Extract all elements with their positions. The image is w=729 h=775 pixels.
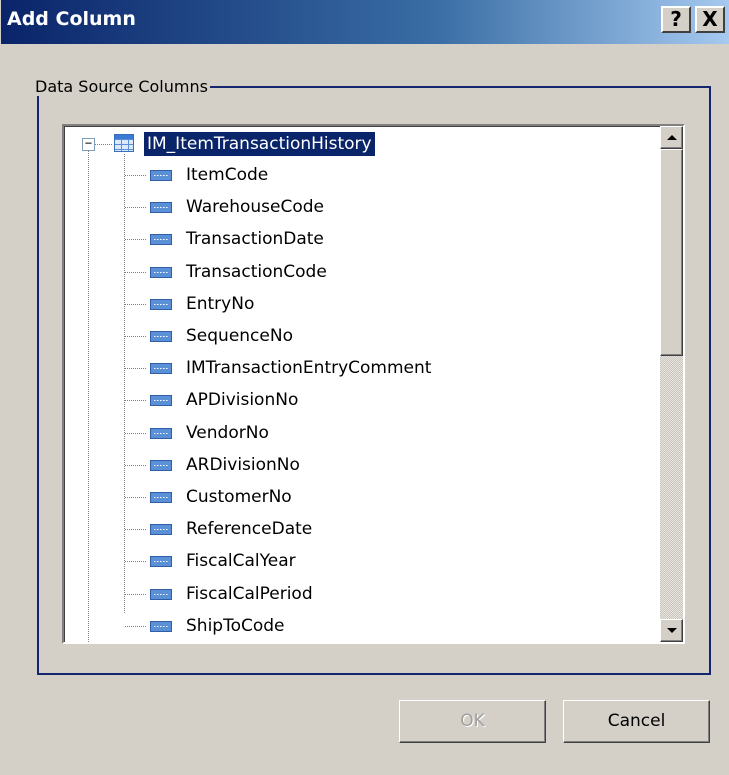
column-icon bbox=[150, 460, 172, 471]
tree-connector bbox=[125, 207, 147, 208]
scroll-down-button[interactable] bbox=[660, 619, 683, 642]
cancel-button[interactable]: Cancel bbox=[563, 700, 710, 743]
arrow-up-icon bbox=[667, 135, 677, 140]
tree-line-root bbox=[95, 144, 112, 145]
tree-connector bbox=[125, 433, 147, 434]
tree-field-node[interactable]: EntryNo bbox=[64, 287, 654, 319]
tree-connector bbox=[125, 561, 147, 562]
title-bar[interactable]: Add Column ? X bbox=[1, 0, 729, 44]
dialog-title: Add Column bbox=[7, 8, 136, 30]
tree-field-label: ReferenceDate bbox=[186, 519, 313, 539]
tree-field-label: TransactionDate bbox=[186, 229, 324, 249]
tree-field-node[interactable]: ReferenceDate bbox=[64, 512, 654, 544]
tree-field-node[interactable]: ShipToCode bbox=[64, 609, 654, 641]
column-icon bbox=[150, 492, 172, 503]
tree-field-label: WarehouseCode bbox=[186, 197, 325, 217]
column-icon bbox=[150, 589, 172, 600]
column-icon bbox=[150, 267, 172, 278]
arrow-down-icon bbox=[667, 628, 677, 633]
scroll-up-button[interactable] bbox=[660, 126, 683, 149]
column-icon bbox=[150, 331, 172, 342]
column-icon bbox=[150, 299, 172, 310]
tree-content: − IM_ItemTransactionHistory ItemCode Ware… bbox=[64, 126, 660, 642]
tree-connector bbox=[125, 175, 147, 176]
tree-field-node[interactable]: ARDivisionNo bbox=[64, 448, 654, 480]
tree-root-node[interactable]: IM_ItemTransactionHistory bbox=[144, 132, 375, 156]
tree-connector bbox=[125, 400, 147, 401]
tree-connector bbox=[125, 336, 147, 337]
column-icon bbox=[150, 170, 172, 181]
tree-connector bbox=[125, 272, 147, 273]
tree-field-label: ItemCode bbox=[186, 165, 269, 185]
column-icon bbox=[150, 556, 172, 567]
tree-field-node[interactable]: TransactionDate bbox=[64, 222, 654, 254]
close-button[interactable]: X bbox=[695, 6, 725, 33]
tree-field-label: ShipToCode bbox=[186, 616, 285, 636]
ok-button[interactable]: OK bbox=[399, 700, 546, 743]
table-icon bbox=[114, 134, 134, 152]
column-icon bbox=[150, 363, 172, 374]
tree-field-node[interactable]: ItemCode bbox=[64, 158, 654, 190]
tree-field-node[interactable]: TransactionCode bbox=[64, 255, 654, 287]
column-icon bbox=[150, 234, 172, 245]
tree-field-node[interactable]: FiscalCalPeriod bbox=[64, 577, 654, 609]
collapse-toggle-icon[interactable]: − bbox=[82, 137, 95, 151]
column-icon bbox=[150, 524, 172, 535]
tree-field-label: ARDivisionNo bbox=[186, 455, 300, 475]
tree-field-label: FiscalCalPeriod bbox=[186, 584, 313, 604]
column-icon bbox=[150, 202, 172, 213]
tree-connector bbox=[125, 529, 147, 530]
tree-field-label: VendorNo bbox=[186, 423, 269, 443]
help-button[interactable]: ? bbox=[661, 6, 691, 33]
tree-field-node[interactable]: IMTransactionEntryComment bbox=[64, 351, 654, 383]
tree-connector bbox=[125, 497, 147, 498]
tree-field-label: EntryNo bbox=[186, 294, 255, 314]
tree-field-label: IMTransactionEntryComment bbox=[186, 358, 432, 378]
tree-field-label: SequenceNo bbox=[186, 326, 293, 346]
tree-connector bbox=[125, 368, 147, 369]
scroll-thumb[interactable] bbox=[660, 149, 683, 356]
columns-tree[interactable]: − IM_ItemTransactionHistory ItemCode Ware… bbox=[62, 124, 685, 644]
tree-connector bbox=[125, 304, 147, 305]
tree-connector bbox=[125, 594, 147, 595]
tree-connector bbox=[125, 465, 147, 466]
tree-field-label: APDivisionNo bbox=[186, 390, 299, 410]
tree-field-node[interactable]: VendorNo bbox=[64, 416, 654, 448]
tree-field-node[interactable]: FiscalCalYear bbox=[64, 544, 654, 576]
tree-field-node[interactable]: CustomerNo bbox=[64, 480, 654, 512]
tree-field-node[interactable]: WarehouseCode bbox=[64, 190, 654, 222]
tree-field-label: CustomerNo bbox=[186, 487, 292, 507]
column-icon bbox=[150, 428, 172, 439]
vertical-scrollbar[interactable] bbox=[660, 126, 683, 642]
column-icon bbox=[150, 395, 172, 406]
add-column-dialog: Add Column ? X Data Source Columns − IM_… bbox=[0, 0, 729, 775]
tree-connector bbox=[125, 239, 147, 240]
tree-connector bbox=[125, 626, 147, 627]
tree-field-node[interactable]: SequenceNo bbox=[64, 319, 654, 351]
column-icon bbox=[150, 621, 172, 632]
group-legend: Data Source Columns bbox=[35, 77, 208, 96]
tree-field-node[interactable]: APDivisionNo bbox=[64, 383, 654, 415]
tree-field-label: FiscalCalYear bbox=[186, 551, 296, 571]
tree-field-label: TransactionCode bbox=[186, 262, 327, 282]
